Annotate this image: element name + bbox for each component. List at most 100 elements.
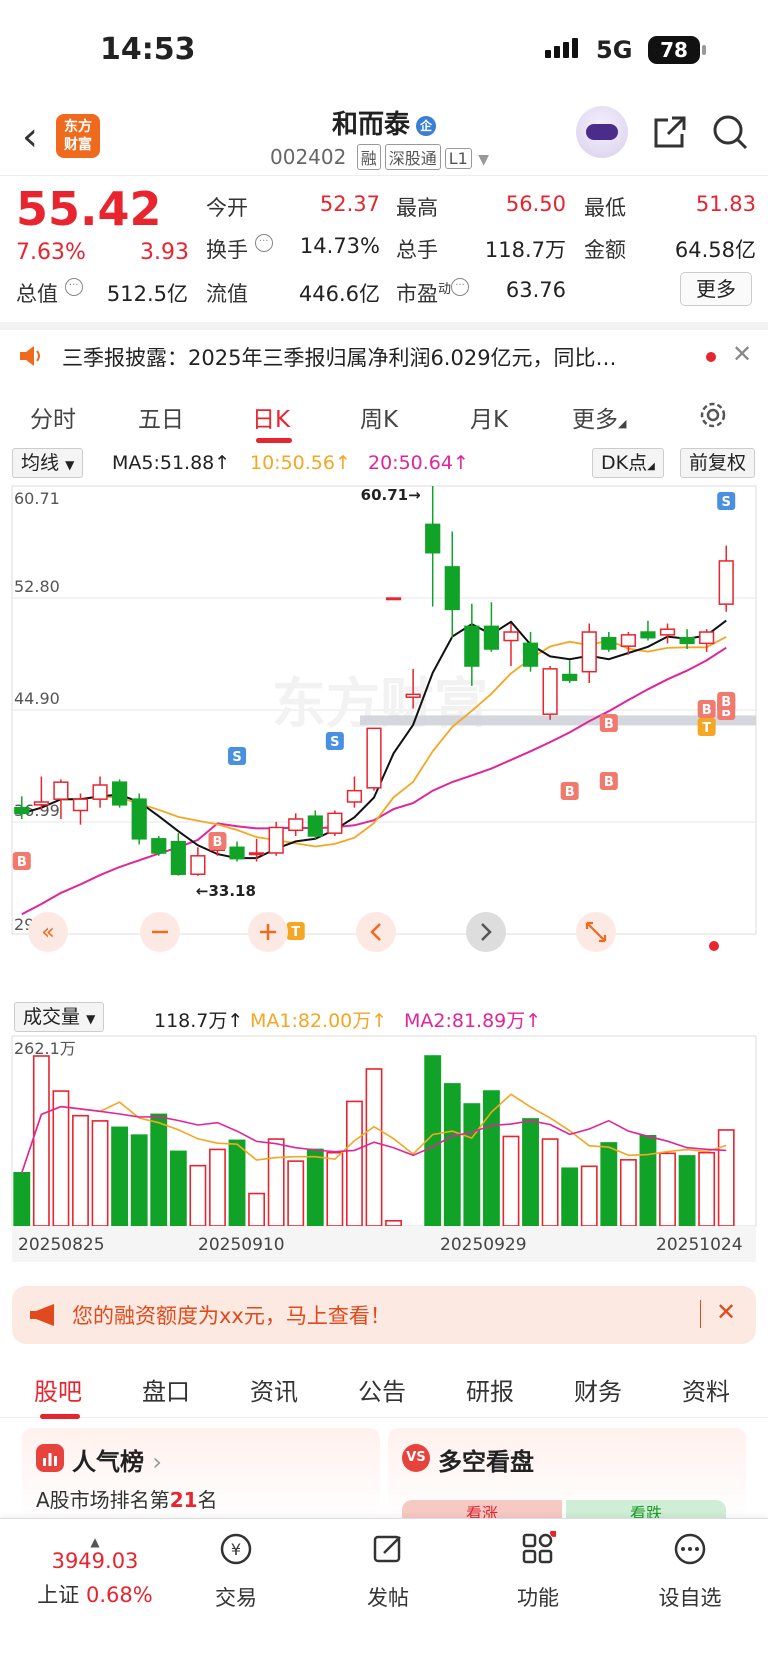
tab-daily-k[interactable]: 日K bbox=[252, 400, 290, 434]
tab-monthly-k[interactable]: 月K bbox=[470, 400, 508, 434]
close-icon[interactable]: ✕ bbox=[732, 340, 752, 368]
robot-avatar[interactable] bbox=[576, 106, 628, 158]
index-ticker[interactable]: ▲ 3949.03 上证 0.68% bbox=[20, 1535, 170, 1609]
volume-bar-up bbox=[287, 1160, 305, 1227]
tab-five-day[interactable]: 五日 bbox=[138, 400, 184, 434]
float-cap-label: 流值 bbox=[206, 282, 248, 306]
volume-bar-up bbox=[32, 1055, 50, 1227]
y-tick-label: 44.90 bbox=[14, 689, 60, 708]
candle-down bbox=[601, 636, 617, 650]
candle-up bbox=[33, 801, 49, 806]
marker-label: B bbox=[604, 775, 614, 790]
open-value: 52.37 bbox=[319, 192, 380, 216]
prev-icon bbox=[356, 912, 396, 952]
volume-svg[interactable]: 262.1万 20250825 20250910 20250929 20251024 bbox=[0, 1034, 768, 1270]
volume-bar-up bbox=[72, 1114, 89, 1227]
notice-bar[interactable]: 三季报披露：2025年三季报归属净利润6.029亿元，同比… ✕ bbox=[0, 322, 768, 384]
chevron-right-icon: › bbox=[152, 1448, 162, 1476]
indicator-selector[interactable]: 均线 ▼ bbox=[12, 448, 84, 478]
volume-bar-up bbox=[619, 1159, 637, 1227]
pe-value: 63.76 bbox=[505, 278, 566, 302]
candle-down bbox=[464, 625, 480, 667]
marker-label: T bbox=[702, 721, 711, 736]
kline-svg[interactable]: 60.7152.8044.9036.9929.08东方财富60.71→←33.1… bbox=[0, 482, 768, 1002]
index-name: 上证 bbox=[37, 1583, 80, 1607]
info-icon[interactable]: ··· bbox=[64, 278, 83, 296]
candle-up bbox=[53, 781, 69, 800]
tab-finance[interactable]: 财务 bbox=[574, 1372, 622, 1407]
nav-trade[interactable]: ¥ 交易 bbox=[176, 1531, 296, 1612]
marker-label: T bbox=[291, 925, 300, 940]
candle-up bbox=[385, 597, 402, 601]
volume-bar-up bbox=[717, 1129, 735, 1227]
volume-chart[interactable]: 262.1万 20250825 20250910 20250929 20251024 bbox=[0, 1034, 768, 1270]
share-icon[interactable] bbox=[650, 112, 690, 152]
notice-text[interactable]: 三季报披露：2025年三季报归属净利润6.029亿元，同比… bbox=[62, 342, 682, 372]
candle-up bbox=[718, 560, 734, 605]
marker-label: B bbox=[17, 855, 27, 870]
candle-down bbox=[640, 631, 656, 639]
marker-label: B bbox=[565, 785, 575, 800]
stock-header: ‹ 东方 财富 和而泰企 002402 融深股通 L1 ▼ bbox=[0, 100, 768, 176]
info-icon[interactable]: ··· bbox=[254, 234, 273, 252]
adjust-button[interactable]: 前复权 bbox=[680, 448, 756, 478]
chevron-down-icon: ▼ bbox=[86, 1012, 96, 1026]
change-percent: 7.63% bbox=[16, 240, 86, 265]
tab-more[interactable]: 更多◢ bbox=[572, 400, 626, 434]
bearish-button[interactable]: 看跌 bbox=[566, 1500, 726, 1518]
date-label: 20250825 bbox=[18, 1235, 105, 1255]
volume-selector[interactable]: 成交量 ▼ bbox=[14, 1002, 105, 1032]
volume-bar-down bbox=[522, 1118, 539, 1227]
ma20-value: 20:50.64↑ bbox=[368, 452, 469, 474]
megaphone-icon bbox=[30, 1304, 54, 1326]
period-tabs: 分时 五日 日K 周K 月K 更多◢ bbox=[0, 390, 768, 446]
volume-bar-down bbox=[678, 1155, 696, 1227]
nav-functions[interactable]: 功能 bbox=[478, 1529, 598, 1612]
volume-bar-up bbox=[502, 1135, 520, 1227]
candle-up bbox=[190, 855, 206, 875]
candle-up bbox=[659, 628, 676, 636]
volume-bar-down bbox=[639, 1135, 657, 1227]
tag-connect: 深股通 bbox=[384, 144, 441, 170]
y-tick-label: 52.80 bbox=[14, 577, 60, 596]
tab-news[interactable]: 资讯 bbox=[250, 1372, 298, 1407]
popularity-card[interactable]: 人气榜 › A股市场排名第21名 bbox=[22, 1428, 380, 1518]
date-label: 20251024 bbox=[656, 1235, 743, 1255]
divider bbox=[700, 1300, 701, 1328]
info-icon[interactable]: ··· bbox=[451, 278, 470, 296]
candle-down bbox=[425, 523, 441, 554]
tab-research[interactable]: 研报 bbox=[466, 1372, 514, 1407]
candle-down bbox=[444, 566, 460, 611]
close-icon[interactable]: ✕ bbox=[716, 1298, 736, 1326]
volume-current: 118.7万↑ bbox=[154, 1010, 244, 1032]
bullish-button[interactable]: 看涨 bbox=[402, 1500, 562, 1518]
volume-bar-down bbox=[150, 1113, 168, 1227]
chevron-down-icon: ▼ bbox=[65, 458, 75, 472]
tab-weekly-k[interactable]: 周K bbox=[360, 400, 398, 434]
market-cap-value: 512.5亿 bbox=[106, 282, 188, 306]
more-button[interactable]: 更多 bbox=[680, 272, 752, 306]
min-price-label: ←33.18 bbox=[196, 882, 256, 900]
battery-icon: 78 bbox=[648, 36, 706, 64]
candle-up bbox=[366, 727, 382, 789]
tab-forum[interactable]: 股吧 bbox=[34, 1372, 82, 1407]
chevron-down-icon[interactable]: ▼ bbox=[478, 152, 489, 168]
speaker-icon bbox=[20, 346, 40, 366]
tab-profile[interactable]: 资料 bbox=[682, 1372, 730, 1407]
tab-intraday[interactable]: 分时 bbox=[30, 400, 76, 434]
dk-point-button[interactable]: DK点◢ bbox=[592, 448, 664, 478]
tab-order-book[interactable]: 盘口 bbox=[142, 1372, 190, 1407]
volume-bar-down bbox=[561, 1167, 579, 1227]
search-icon[interactable] bbox=[710, 112, 750, 152]
nav-post[interactable]: 发帖 bbox=[328, 1531, 448, 1612]
volume-bar-up bbox=[541, 1138, 559, 1227]
volume-value: 118.7万 bbox=[484, 238, 566, 262]
gear-icon[interactable] bbox=[696, 398, 730, 432]
candle-up bbox=[268, 826, 284, 854]
nav-add-watchlist[interactable]: 设自选 bbox=[630, 1531, 750, 1612]
bull-bear-card[interactable]: VS 多空看盘 看涨 看跌 bbox=[388, 1428, 746, 1518]
tab-announcements[interactable]: 公告 bbox=[358, 1372, 406, 1407]
kline-chart[interactable]: 60.7152.8044.9036.9929.08东方财富60.71→←33.1… bbox=[0, 482, 768, 1002]
promo-text[interactable]: 您的融资额度为xx元，马上查看！ bbox=[72, 1300, 391, 1330]
margin-promo-banner[interactable]: 您的融资额度为xx元，马上查看！ ✕ bbox=[12, 1286, 756, 1344]
